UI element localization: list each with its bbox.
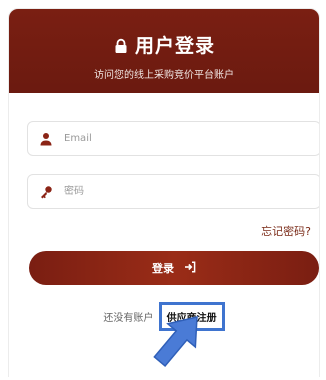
password-input[interactable] <box>62 176 306 207</box>
sign-in-icon <box>184 260 196 276</box>
key-icon <box>39 184 53 199</box>
password-field[interactable] <box>27 174 319 209</box>
title-row: 用户登录 <box>9 9 319 58</box>
email-field[interactable] <box>27 121 319 156</box>
pointer-arrow-icon <box>143 311 205 376</box>
email-input[interactable] <box>62 123 306 154</box>
login-button-label: 登录 <box>152 263 174 275</box>
forgot-password-link[interactable]: 忘记密码? <box>261 223 311 239</box>
user-icon <box>39 131 53 146</box>
page-subtitle: 访问您的线上采购竞价平台账户 <box>94 70 234 81</box>
page-title: 用户登录 <box>134 35 215 57</box>
lock-icon <box>113 37 129 53</box>
login-button[interactable]: 登录 <box>29 251 319 285</box>
login-header: 用户登录 访问您的线上采购竞价平台账户 <box>9 9 319 93</box>
